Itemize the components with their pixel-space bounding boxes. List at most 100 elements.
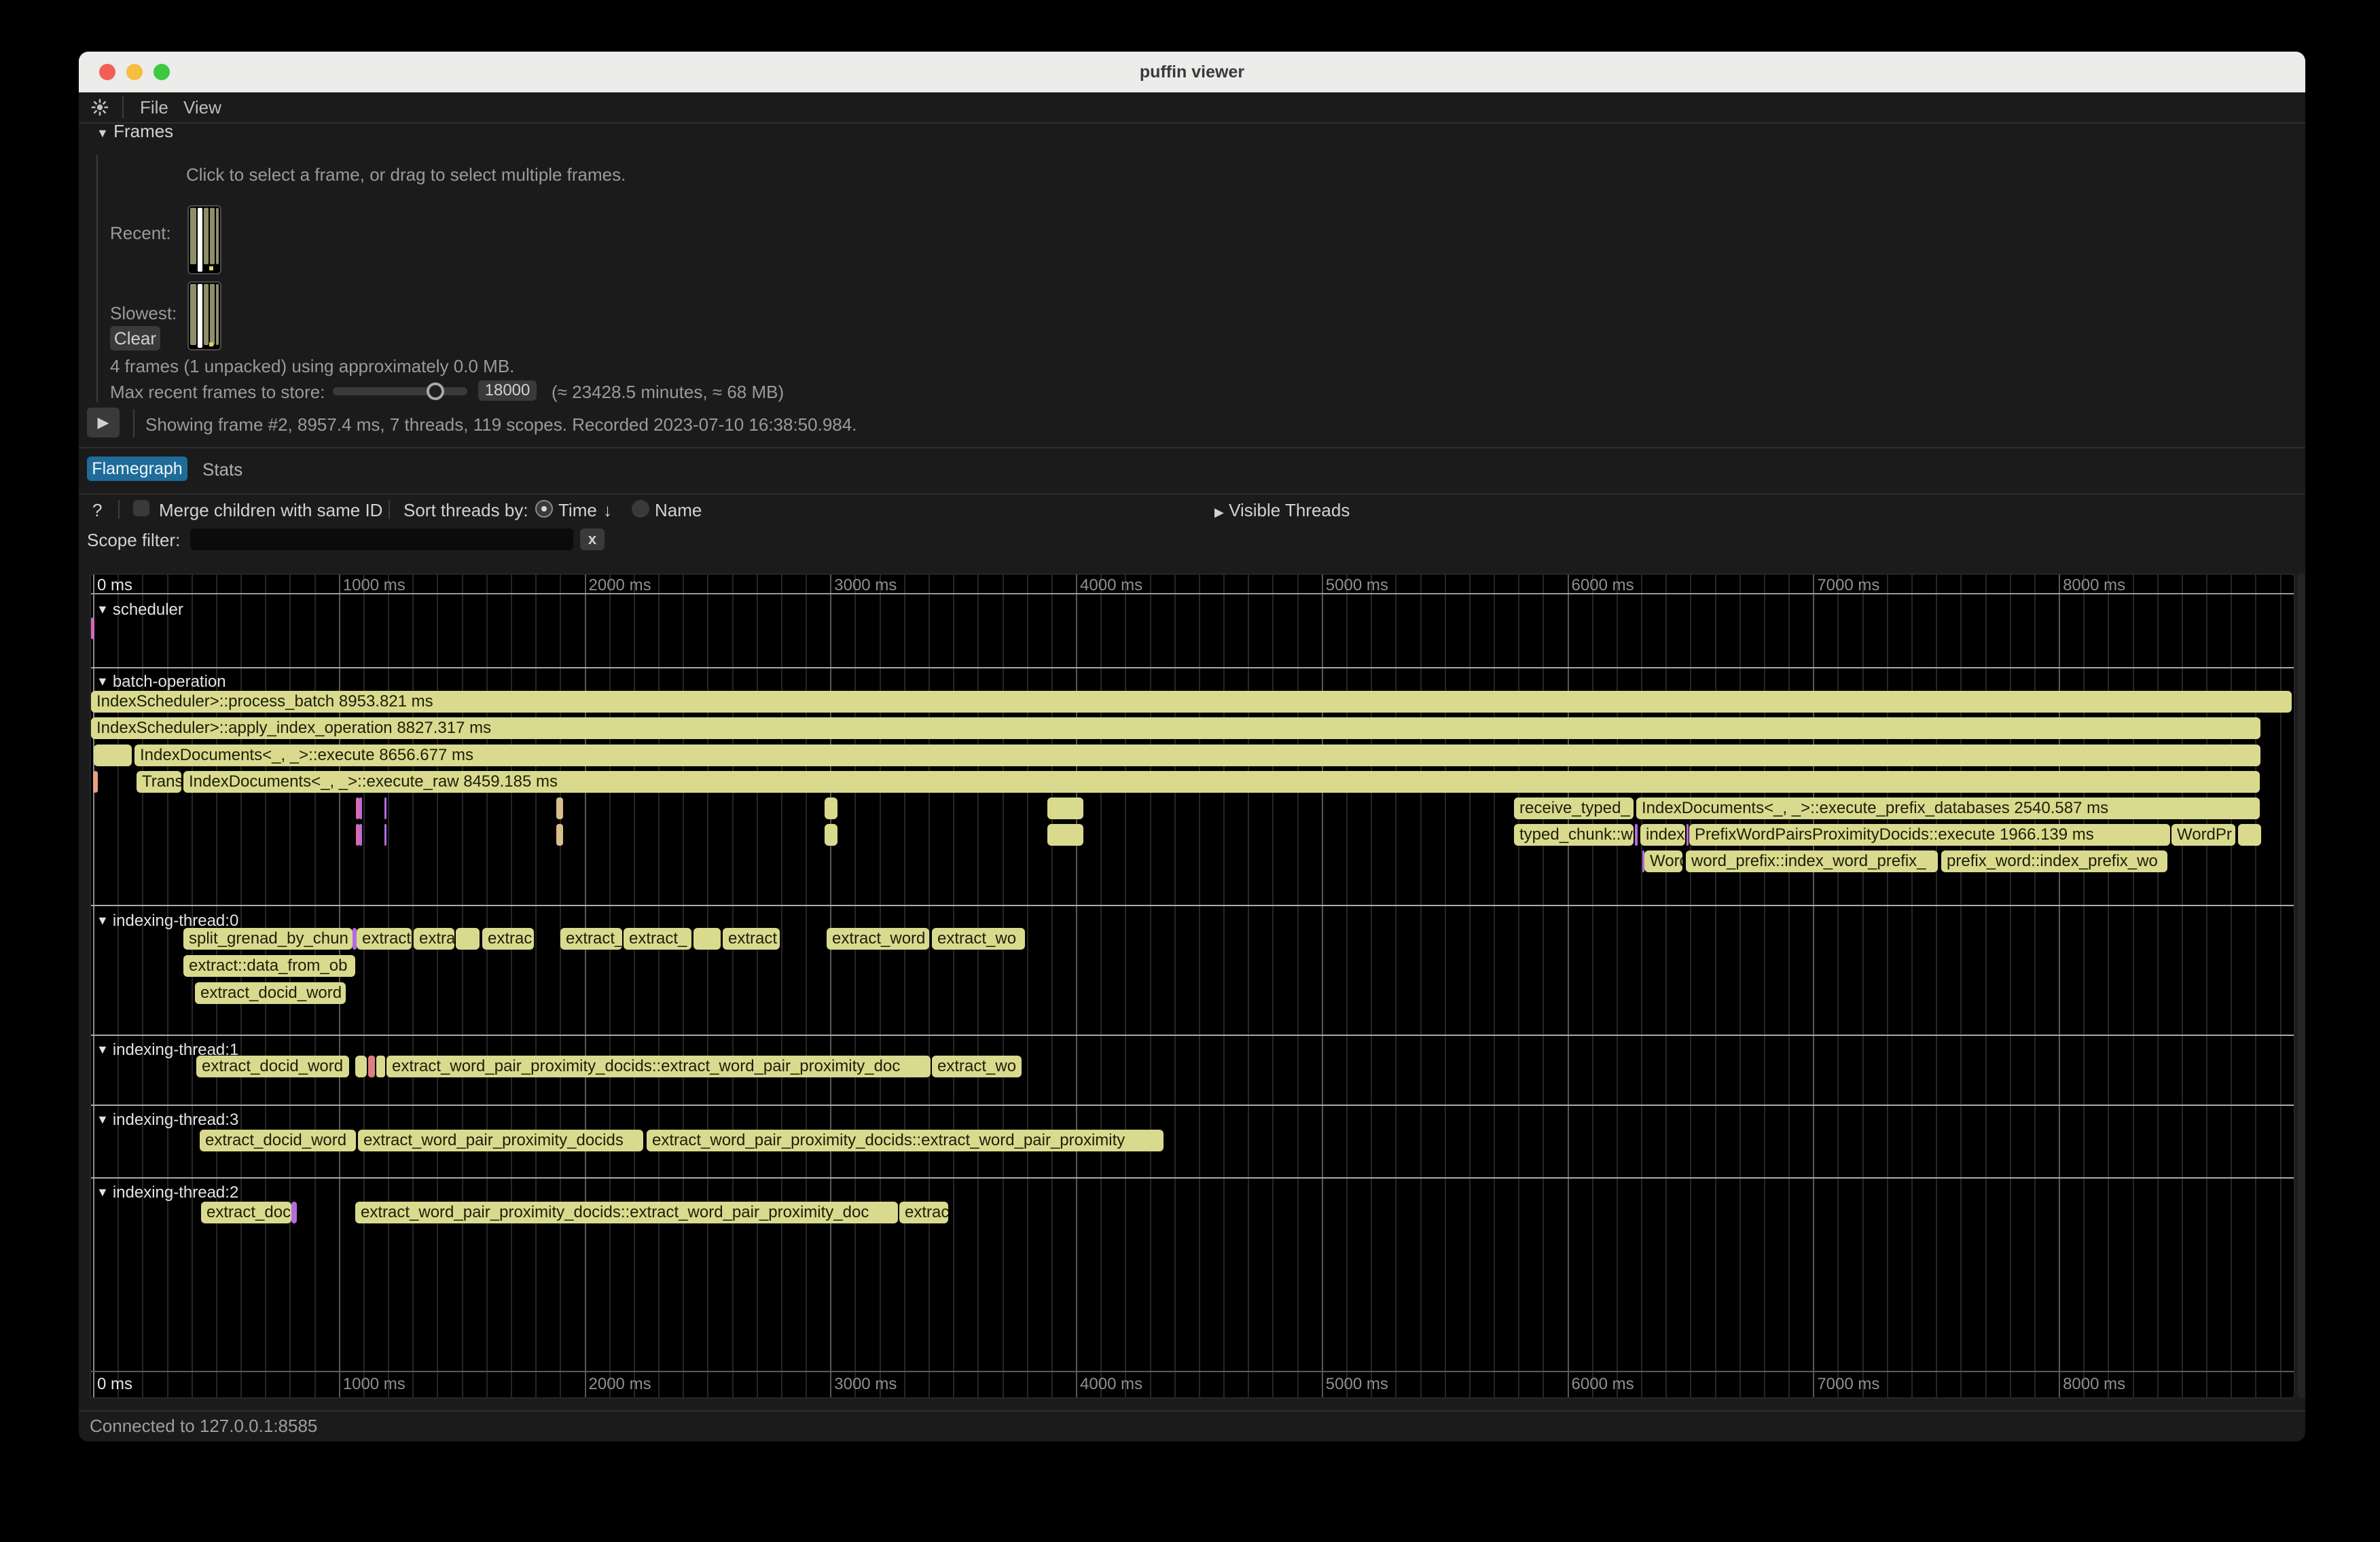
flamegraph-canvas[interactable]: 0 ms0 ms1000 ms1000 ms2000 ms2000 ms3000… [90,573,2295,1399]
thread-collapser[interactable]: ▼indexing-thread:3 [96,1111,238,1130]
thread-collapser[interactable]: ▼ indexing-thread:2 [96,1183,238,1202]
tab-flamegraph[interactable]: Flamegraph [87,456,187,481]
flame-bar[interactable] [1047,824,1083,846]
max-frames-value[interactable]: 18000 [478,380,537,401]
visible-threads-collapser[interactable]: ▶ Visible Threads [1214,500,1350,521]
flame-bar[interactable] [359,797,362,819]
flame-bar[interactable] [556,797,563,819]
options-separator-2 [389,500,390,519]
flame-bar[interactable]: extract_wo [932,928,1025,950]
frame-duration-bar [198,284,202,348]
flame-bar[interactable] [368,1056,375,1077]
slowest-frames-thumbnail[interactable] [187,281,221,351]
flame-bar[interactable] [376,1056,385,1077]
flame-bar[interactable] [825,797,837,819]
flame-bar[interactable]: extract_wo [932,1056,1022,1077]
flame-bar[interactable] [94,745,132,766]
frame-info: Showing frame #2, 8957.4 ms, 7 threads, … [145,414,857,435]
flame-bar[interactable]: word_prefix::index_word_prefix_ [1686,850,1938,872]
thread-name: indexing-thread:2 [113,1183,238,1202]
axis-tick-label: 6000 ms [1572,576,1634,595]
tab-stats[interactable]: Stats [202,459,242,480]
recent-frames-thumbnail[interactable] [187,205,221,274]
flame-bar[interactable] [384,824,386,846]
flame-bar[interactable] [291,1202,297,1223]
flame-bar[interactable] [91,617,94,639]
flame-bar[interactable]: WordPr [2171,824,2235,846]
thread-collapser[interactable]: ▼scheduler [96,600,183,620]
flame-bar[interactable]: prefix_word::index_prefix_wo [1941,850,2167,872]
help-button[interactable]: ? [92,500,102,521]
flame-bar[interactable]: extract_docid_word [195,982,346,1004]
clear-button[interactable]: Clear [110,326,160,351]
triangle-down-icon: ▼ [96,675,109,688]
thread-collapser[interactable]: ▼batch-operation [96,673,226,692]
merge-checkbox[interactable] [133,500,149,516]
sun-icon[interactable] [91,91,109,121]
menu-view[interactable]: View [183,92,221,122]
flame-bar[interactable]: IndexDocuments<_, _>::execute_prefix_dat… [1636,797,2260,819]
flame-bar[interactable] [1687,824,1689,846]
flame-bar[interactable] [1047,797,1083,819]
flame-bar[interactable]: extract::data_from_ob [183,955,355,977]
flame-bar[interactable]: IndexScheduler>::apply_index_operation 8… [91,717,2260,739]
flame-bar[interactable] [359,824,362,846]
flame-bar[interactable]: extract_docid_word [200,1130,356,1151]
menu-file[interactable]: File [140,92,168,122]
flame-bar[interactable]: PrefixWordPairsProximityDocids::execute … [1689,824,2170,846]
flame-bar[interactable]: extract_ [560,928,622,950]
axis-tick-label: 5000 ms [1326,1375,1388,1394]
max-frames-slider-knob[interactable] [427,382,444,400]
sort-time-radio[interactable] [535,500,553,518]
window-title: puffin viewer [79,52,2305,92]
sort-name-radio[interactable] [632,500,649,518]
title-bar[interactable]: puffin viewer [79,52,2305,92]
flame-bar[interactable] [2238,824,2261,846]
flame-bar[interactable]: extract_doc [201,1202,291,1223]
scope-filter-input[interactable] [190,528,573,550]
flame-bar[interactable] [556,824,563,846]
flame-bar[interactable]: extrac [482,928,534,950]
flame-bar[interactable] [384,797,386,819]
flame-bar[interactable]: extract [723,928,780,950]
flame-bar[interactable]: extract_word_pair_proximity_docids::extr… [386,1056,931,1077]
flame-bar[interactable]: IndexDocuments<_, _>::execute_raw 8459.1… [183,771,2260,793]
flame-bar[interactable] [93,771,98,793]
frame-tick [209,342,213,346]
flame-bar[interactable]: IndexScheduler>::process_batch 8953.821 … [91,691,2292,713]
play-button[interactable]: ▶ [87,408,120,437]
flame-bar[interactable] [693,928,721,950]
flame-bar[interactable]: Trans [137,771,181,793]
flame-bar[interactable]: typed_chunk::w [1514,824,1634,846]
flame-bar[interactable]: split_grenad_by_chun [183,928,353,950]
options-separator-1 [118,500,120,519]
flame-bar[interactable]: extract_ [624,928,691,950]
flame-bar[interactable] [355,1056,367,1077]
flame-bar[interactable]: extract [357,928,412,950]
sort-name-label[interactable]: Name [655,500,702,521]
sort-time-label[interactable]: Time [558,500,597,521]
flame-bar[interactable]: extract_docid_word [196,1056,349,1077]
max-frames-label: Max recent frames to store: [110,382,325,403]
triangle-down-icon: ▼ [96,1185,109,1199]
flame-bar[interactable]: receive_typed_ [1514,797,1634,819]
axis-tick-label: 4000 ms [1080,1375,1142,1394]
flame-bar[interactable]: extract_word_pair_proximity_docids [358,1130,643,1151]
flame-bar[interactable]: extrac [899,1202,948,1223]
flame-bar[interactable]: index [1640,824,1685,846]
flame-bar[interactable]: extract_word [827,928,929,950]
scrollbar[interactable] [2297,573,2305,1398]
axis-tick-label: 8000 ms [2063,576,2125,595]
flame-bar[interactable] [456,928,480,950]
flame-bar[interactable]: extract_word_pair_proximity_docids::extr… [355,1202,898,1223]
axis-tick-label: 8000 ms [2063,1375,2125,1394]
flame-bar[interactable]: IndexDocuments<_, _>::execute 8656.677 m… [134,745,2260,766]
clear-filter-button[interactable]: x [580,528,605,550]
flame-bar[interactable] [1635,824,1638,846]
flame-bar[interactable]: Word [1644,850,1682,872]
flame-bar[interactable]: extract_word_pair_proximity_docids::extr… [647,1130,1164,1151]
max-frames-slider[interactable] [333,387,467,395]
flame-bar[interactable] [825,824,837,846]
frames-collapser[interactable]: ▼ Frames [96,121,173,142]
flame-bar[interactable]: extra [414,928,454,950]
